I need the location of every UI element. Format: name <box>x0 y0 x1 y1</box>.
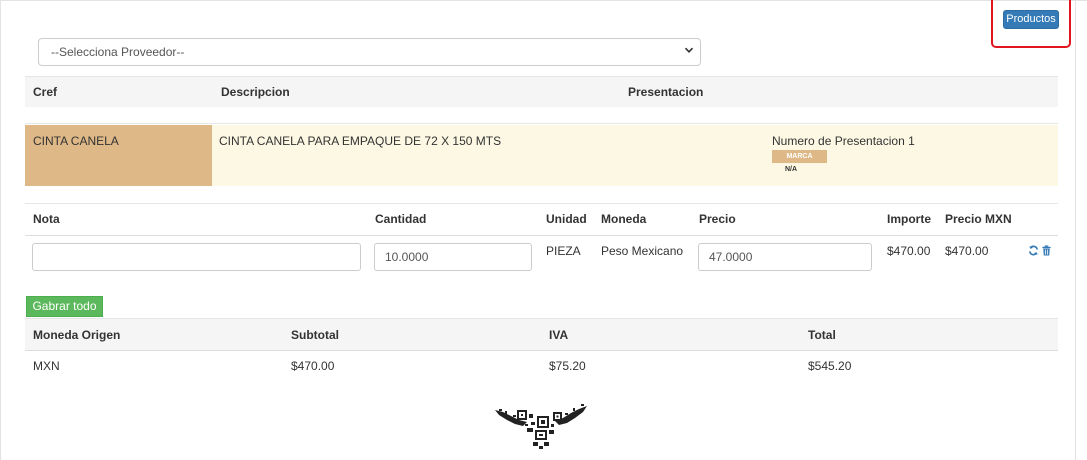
header-importe: Importe <box>887 212 932 226</box>
proveedor-select[interactable]: --Selecciona Proveedor-- <box>38 38 701 66</box>
product-cref: CINTA CANELA <box>33 134 119 148</box>
proveedor-select-value: --Selecciona Proveedor-- <box>51 45 185 59</box>
header-moneda-origen: Moneda Origen <box>33 328 121 342</box>
gabrar-todo-button[interactable]: Gabrar todo <box>26 296 103 317</box>
header-total: Total <box>808 328 836 342</box>
subtotal-value: $470.00 <box>291 359 335 373</box>
header-descripcion: Descripcion <box>221 85 290 99</box>
total-value: $545.20 <box>808 359 852 373</box>
qr-eagle-logo <box>495 404 587 449</box>
header-moneda: Moneda <box>601 212 647 226</box>
iva-value: $75.20 <box>549 359 586 373</box>
product-table-header <box>25 76 1058 107</box>
page-frame-left <box>0 0 1 460</box>
order-table-top-border <box>25 203 1058 204</box>
marca-value: N/A <box>785 166 798 173</box>
product-presentacion: Numero de Presentacion 1 <box>772 134 915 148</box>
header-precio-mxn: Precio MXN <box>945 212 1012 226</box>
page-frame-top <box>0 0 1087 1</box>
header-cref: Cref <box>33 85 58 99</box>
moneda-origen-value: MXN <box>33 359 60 373</box>
precio-mxn-value: $470.00 <box>945 244 989 258</box>
header-unidad: Unidad <box>546 212 587 226</box>
summary-table-header <box>25 318 1058 351</box>
cantidad-input[interactable] <box>374 243 532 271</box>
productos-button[interactable]: Productos <box>1003 10 1059 29</box>
header-precio: Precio <box>699 212 736 226</box>
order-table-header-border <box>25 235 1058 236</box>
header-cantidad: Cantidad <box>375 212 427 226</box>
unidad-value: PIEZA <box>546 244 581 258</box>
header-presentacion: Presentacion <box>628 85 704 99</box>
moneda-value: Peso Mexicano <box>601 244 684 258</box>
refresh-icon[interactable] <box>1028 245 1039 256</box>
header-nota: Nota <box>33 212 60 226</box>
header-subtotal: Subtotal <box>291 328 339 342</box>
page-frame-right <box>1075 0 1076 460</box>
marca-badge: MARCA <box>772 150 827 163</box>
product-descripcion: CINTA CANELA PARA EMPAQUE DE 72 X 150 MT… <box>219 134 502 148</box>
chevron-down-icon <box>684 47 694 53</box>
precio-input[interactable] <box>698 243 872 271</box>
nota-input[interactable] <box>32 243 361 271</box>
table-divider <box>25 123 1058 124</box>
trash-icon[interactable] <box>1041 245 1052 256</box>
header-iva: IVA <box>549 328 569 342</box>
importe-value: $470.00 <box>887 244 931 258</box>
